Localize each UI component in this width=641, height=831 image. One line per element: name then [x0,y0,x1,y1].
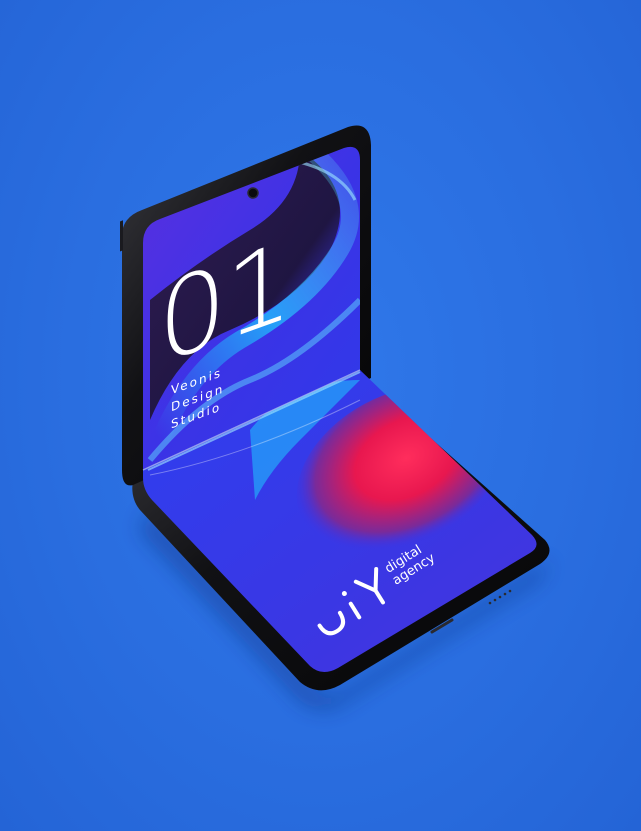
front-camera-icon [247,187,259,199]
side-button [120,220,123,252]
background-scene: 01 Veonis Design Studio digital agency [0,0,641,831]
foldable-phone-mockup: 01 Veonis Design Studio digital agency [120,125,550,709]
